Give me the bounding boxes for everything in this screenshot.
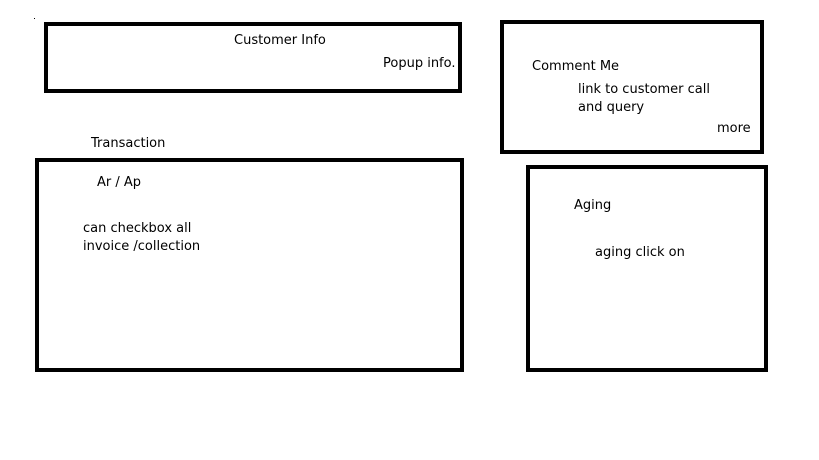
customer-info-title: Customer Info [234, 33, 326, 48]
aging-click-note[interactable]: aging click on [595, 244, 685, 262]
aging-title: Aging [574, 198, 612, 213]
comment-more-link[interactable]: more [717, 120, 751, 138]
comment-description-line1: link to customer call [578, 82, 710, 97]
transaction-heading: Transaction [91, 136, 166, 151]
aging-panel [526, 165, 768, 372]
stray-dot [34, 18, 35, 19]
popup-info-link[interactable]: Popup info. [383, 55, 456, 73]
transaction-note-line1: can checkbox all [83, 221, 192, 236]
comment-description-line2: and query [578, 100, 645, 115]
comment-title: Comment Me [532, 59, 620, 74]
transaction-note-line2: invoice /collection [83, 239, 201, 254]
ar-ap-tabs[interactable]: Ar / Ap [97, 174, 141, 192]
